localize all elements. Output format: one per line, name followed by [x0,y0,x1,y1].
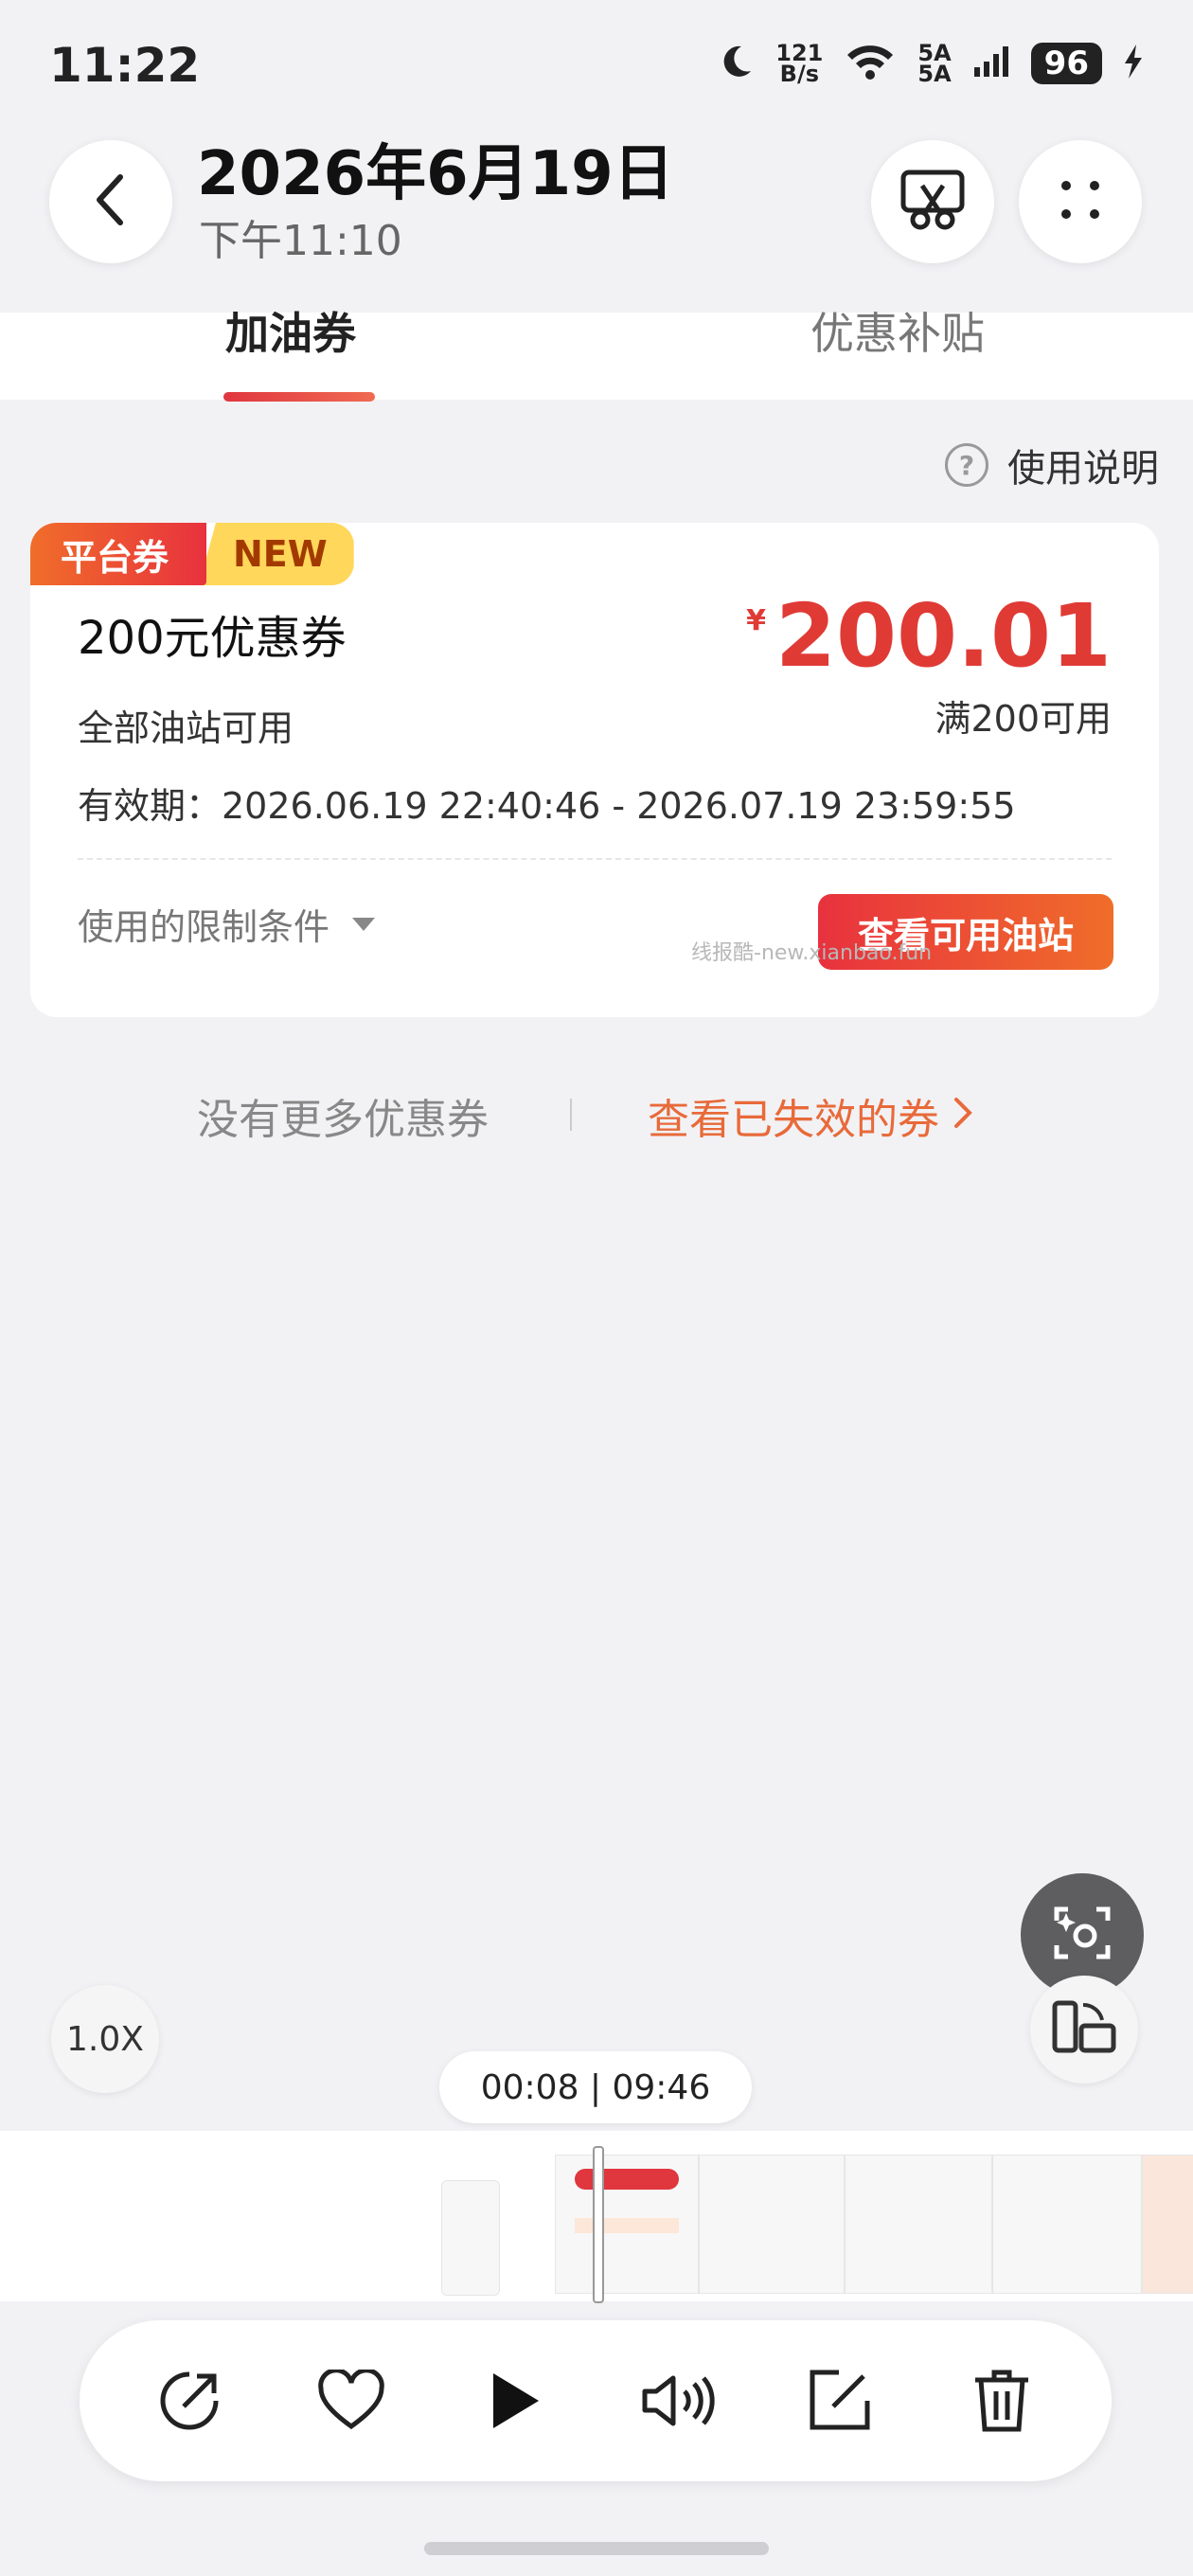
chevron-left-icon [92,171,130,232]
coupon-amount: 200.01 [775,585,1112,687]
currency-symbol: ¥ [746,604,766,637]
tab-subsidy[interactable]: 优惠补贴 [810,299,985,362]
play-icon [493,2373,540,2428]
status-time: 11:22 [49,38,201,93]
coupon-validity: 有效期：2026.06.19 22:40:46 - 2026.07.19 23:… [78,785,1016,827]
watermark-text: 线报酷-new.xianbao.fun [691,941,933,965]
coupon-price: ¥ 200.01 [746,589,1112,684]
timeline-thumbnail [845,2155,992,2294]
timeline-thumbnail [441,2180,500,2296]
back-button[interactable] [49,140,172,263]
coupon-condition: 满200可用 [935,698,1112,740]
more-button[interactable] [1019,140,1142,263]
page-title: 2026年6月19日 [197,139,674,209]
coupon-card: NEW 平台券 200元优惠券 全部油站可用 有效期：2026.06.19 22… [30,523,1159,1017]
more-dots-icon [1057,176,1104,227]
usage-instructions-link[interactable]: ? 使用说明 [945,438,1159,492]
limits-label: 使用的限制条件 [78,906,330,948]
expired-coupons-link[interactable]: 查看已失效的券 [648,1085,973,1146]
caret-down-icon [352,917,376,931]
coupon-scope: 全部油站可用 [78,707,294,749]
footer-separator [570,1099,572,1131]
timeline-thumbnail [699,2155,845,2294]
home-indicator [424,2542,769,2555]
playback-speed-button[interactable]: 1.0X [51,1985,159,2093]
limits-toggle[interactable]: 使用的限制条件 [78,898,376,950]
signal-indicator: 5A 5A [917,42,952,87]
moon-icon [717,43,755,84]
heart-icon [318,2370,385,2430]
favorite-button[interactable] [309,2358,394,2443]
edit-icon [810,2370,870,2430]
page-subtitle: 下午11:10 [199,217,402,265]
new-badge: NEW [199,523,354,585]
clip-button[interactable] [871,140,994,263]
scissors-icon [899,167,966,237]
tab-indicator [223,392,375,402]
expired-coupons-label: 查看已失效的券 [648,1096,939,1144]
volume-button[interactable] [634,2358,720,2443]
question-icon: ? [945,443,988,487]
playback-time: 00:08 | 09:46 [439,2051,752,2123]
trash-icon [975,2370,1029,2432]
sim-label-2: 5A [917,61,952,87]
rotate-screen-button[interactable] [1030,1976,1138,2084]
share-button[interactable] [147,2358,232,2443]
tab-fuel-coupon[interactable]: 加油券 [225,299,356,362]
rotate-screen-icon [1051,1999,1117,2060]
net-speed-unit: B/s [779,61,819,87]
player-controls [80,2320,1112,2481]
camera-sparkle-icon [1049,1900,1115,1970]
status-icons: 121 B/s 5A 5A 96 [717,42,1144,85]
thumb-red-bar [575,2169,679,2190]
thumb-block [575,2218,679,2233]
timeline-thumbnail [555,2155,699,2294]
delete-button[interactable] [959,2358,1044,2443]
net-speed: 121 B/s [775,42,823,87]
volume-icon [642,2375,715,2426]
chevron-right-icon [953,1092,973,1140]
charging-icon [1123,45,1144,82]
signal-bars-icon [972,45,1010,82]
share-icon [160,2371,219,2430]
timeline-thumbnail [992,2155,1142,2294]
usage-instructions-label: 使用说明 [1007,447,1159,491]
tab-bar [0,313,1193,400]
play-button[interactable] [472,2358,557,2443]
battery-level: 96 [1030,43,1102,84]
timeline-playhead[interactable] [593,2146,604,2303]
wifi-icon [844,42,897,85]
timeline-thumbnail [1142,2155,1193,2294]
no-more-label: 没有更多优惠券 [197,1096,489,1144]
card-divider [78,858,1112,860]
edit-button[interactable] [796,2358,881,2443]
coupon-name: 200元优惠券 [78,612,347,665]
platform-badge: 平台券 [30,523,207,585]
